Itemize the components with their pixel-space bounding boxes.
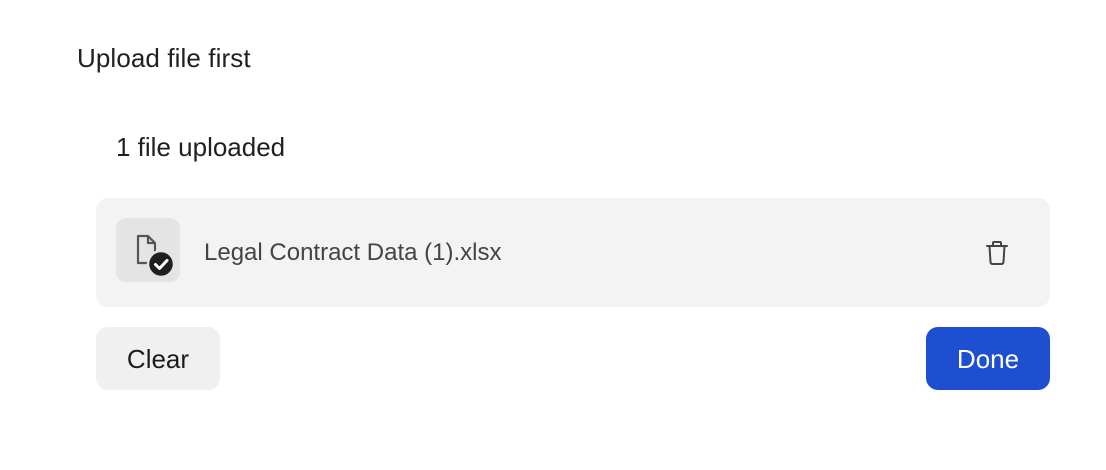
file-name: Legal Contract Data (1).xlsx xyxy=(204,239,502,266)
delete-file-button[interactable] xyxy=(980,236,1014,270)
uploaded-count-label: 1 file uploaded xyxy=(116,132,286,162)
file-list-item: Legal Contract Data (1).xlsx xyxy=(96,198,1050,307)
upload-dialog: Upload file first 1 file uploaded Legal … xyxy=(0,0,1106,470)
section-title: Upload file first xyxy=(77,43,251,73)
document-check-icon xyxy=(116,218,180,282)
clear-button[interactable]: Clear xyxy=(96,327,220,390)
done-button[interactable]: Done xyxy=(926,327,1050,390)
trash-icon xyxy=(986,241,1008,265)
